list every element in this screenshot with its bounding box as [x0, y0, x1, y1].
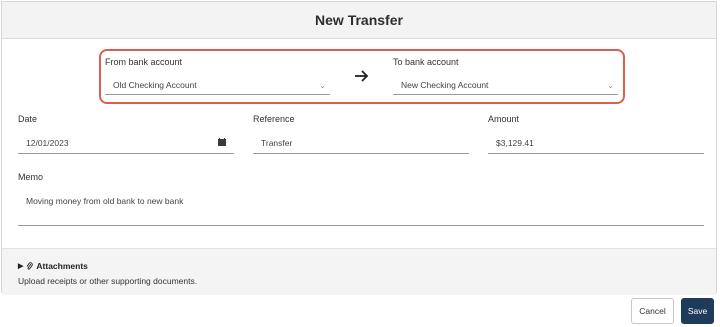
new-transfer-dialog: New Transfer From bank account Old Check… — [1, 1, 717, 295]
from-account-label: From bank account — [105, 57, 183, 67]
caret-right-icon: ▶ — [18, 263, 24, 270]
date-input[interactable]: 12/01/2023 — [18, 130, 234, 154]
paperclip-icon — [27, 261, 34, 270]
to-account-label: To bank account — [393, 57, 459, 67]
from-account-select[interactable]: Old Checking Account ⌄ — [105, 73, 330, 95]
reference-input[interactable]: Transfer — [253, 130, 469, 154]
cancel-button[interactable]: Cancel — [631, 298, 674, 324]
attachments-description: Upload receipts or other supporting docu… — [18, 276, 198, 286]
amount-value: $3,129.41 — [496, 138, 534, 148]
memo-textarea[interactable]: Moving money from old bank to new bank — [18, 186, 704, 226]
save-button[interactable]: Save — [681, 298, 714, 324]
memo-value: Moving money from old bank to new bank — [26, 196, 184, 206]
memo-field: Memo Moving money from old bank to new b… — [18, 172, 704, 228]
date-field: Date 12/01/2023 — [18, 114, 234, 156]
arrow-right-icon — [355, 70, 369, 82]
date-label: Date — [18, 114, 38, 124]
from-account-value: Old Checking Account — [113, 80, 197, 90]
from-account-field: From bank account Old Checking Account ⌄ — [105, 57, 330, 99]
dialog-header: New Transfer — [2, 2, 716, 39]
chevron-down-icon: ⌄ — [319, 81, 326, 90]
amount-field: Amount $3,129.41 — [488, 114, 704, 156]
date-value: 12/01/2023 — [26, 138, 69, 148]
memo-label: Memo — [18, 172, 44, 182]
chevron-down-icon: ⌄ — [607, 81, 614, 90]
to-account-field: To bank account New Checking Account ⌄ — [393, 57, 618, 99]
attachments-title: Attachments — [36, 261, 88, 271]
reference-label: Reference — [253, 114, 295, 124]
reference-field: Reference Transfer — [253, 114, 469, 156]
dialog-title: New Transfer — [315, 12, 403, 28]
calendar-icon[interactable] — [218, 138, 226, 146]
reference-value: Transfer — [261, 138, 293, 148]
amount-input[interactable]: $3,129.41 — [488, 130, 704, 154]
to-account-value: New Checking Account — [401, 80, 489, 90]
amount-label: Amount — [488, 114, 520, 124]
to-account-select[interactable]: New Checking Account ⌄ — [393, 73, 618, 95]
attachments-section: ▶ Attachments Upload receipts or other s… — [2, 248, 716, 295]
attachments-toggle[interactable]: ▶ Attachments — [18, 261, 88, 271]
